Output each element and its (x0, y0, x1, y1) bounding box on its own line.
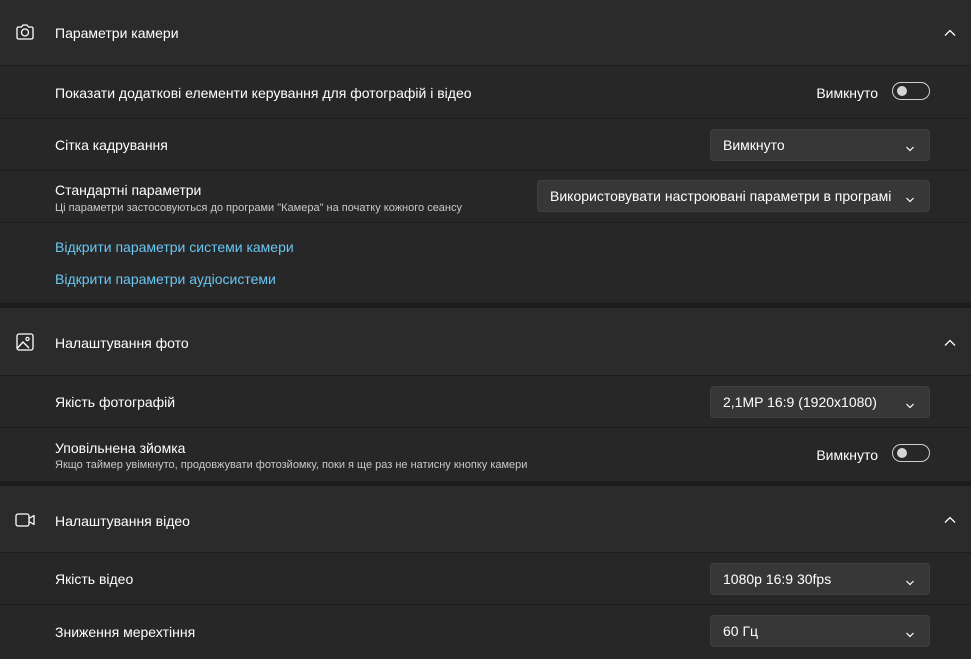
video-icon (14, 509, 36, 531)
photo-quality-label: Якість фотографій (55, 394, 176, 410)
chevron-down-icon (905, 398, 915, 409)
default-settings-row: Стандартні параметри Ці параметри застос… (0, 171, 971, 223)
chevron-down-icon (905, 192, 915, 203)
camera-settings-title: Параметри камери (55, 25, 179, 41)
default-settings-description: Ці параметри застосовуються до програми … (55, 202, 462, 214)
video-quality-dropdown[interactable]: 1080p 16:9 30fps (710, 563, 930, 595)
extra-controls-state-text: Вимкнуто (816, 85, 878, 101)
video-settings-title: Налаштування відео (55, 513, 190, 529)
camera-icon (14, 21, 36, 43)
framing-grid-row: Сітка кадрування Вимкнуто (0, 119, 971, 171)
photo-icon (14, 331, 36, 353)
video-quality-row: Якість відео 1080p 16:9 30fps (0, 553, 971, 605)
extra-controls-toggle[interactable] (892, 82, 930, 100)
toggle-knob (897, 448, 907, 458)
video-settings-section: Налаштування відео Якість відео 1080p 16… (0, 486, 971, 659)
photo-quality-row: Якість фотографій 2,1MP 16:9 (1920x1080) (0, 376, 971, 428)
video-quality-label: Якість відео (55, 571, 134, 587)
chevron-up-icon[interactable] (943, 336, 957, 350)
photo-quality-dropdown[interactable]: 2,1MP 16:9 (1920x1080) (710, 386, 930, 418)
photo-settings-header[interactable]: Налаштування фото (0, 308, 971, 376)
default-settings-label: Стандартні параметри (55, 182, 202, 198)
photo-quality-value: 2,1MP 16:9 (1920x1080) (723, 394, 877, 410)
time-lapse-label: Уповільнена зйомка (55, 440, 186, 456)
time-lapse-row: Уповільнена зйомка Якщо таймер увімкнуто… (0, 428, 971, 481)
camera-settings-section: Параметри камери Показати додаткові елем… (0, 0, 971, 303)
extra-controls-row: Показати додаткові елементи керування дл… (0, 66, 971, 119)
time-lapse-description: Якщо таймер увімкнуто, продовжувати фото… (55, 459, 528, 471)
camera-settings-header[interactable]: Параметри камери (0, 0, 971, 66)
chevron-down-icon (905, 141, 915, 152)
time-lapse-state-text: Вимкнуто (816, 447, 878, 463)
framing-grid-label: Сітка кадрування (55, 137, 168, 153)
chevron-up-icon[interactable] (943, 26, 957, 40)
extra-controls-label: Показати додаткові елементи керування дл… (55, 85, 472, 101)
flicker-reduction-dropdown[interactable]: 60 Гц (710, 615, 930, 647)
chevron-up-icon[interactable] (943, 513, 957, 527)
audio-system-settings-link[interactable]: Відкрити параметри аудіосистеми (55, 271, 276, 287)
default-settings-dropdown[interactable]: Використовувати настроювані параметри в … (537, 180, 930, 212)
camera-app-settings: Параметри камери Показати додаткові елем… (0, 0, 971, 659)
flicker-reduction-row: Зниження мерехтіння 60 Гц (0, 605, 971, 659)
links-area: Відкрити параметри системи камери Відкри… (0, 223, 971, 303)
chevron-down-icon (905, 575, 915, 586)
photo-settings-section: Налаштування фото Якість фотографій 2,1M… (0, 308, 971, 481)
flicker-reduction-label: Зниження мерехтіння (55, 624, 196, 640)
camera-system-settings-link[interactable]: Відкрити параметри системи камери (55, 239, 294, 255)
framing-grid-value: Вимкнуто (723, 137, 785, 153)
framing-grid-dropdown[interactable]: Вимкнуто (710, 129, 930, 161)
default-settings-value: Використовувати настроювані параметри в … (550, 188, 892, 204)
extra-controls-toggle-group: Вимкнуто (730, 82, 930, 104)
flicker-reduction-value: 60 Гц (723, 623, 759, 639)
chevron-down-icon (905, 627, 915, 638)
video-settings-header[interactable]: Налаштування відео (0, 486, 971, 553)
time-lapse-toggle[interactable] (892, 444, 930, 462)
video-quality-value: 1080p 16:9 30fps (723, 571, 832, 587)
photo-settings-title: Налаштування фото (55, 335, 189, 351)
toggle-knob (897, 86, 907, 96)
time-lapse-toggle-group: Вимкнуто (730, 444, 930, 466)
